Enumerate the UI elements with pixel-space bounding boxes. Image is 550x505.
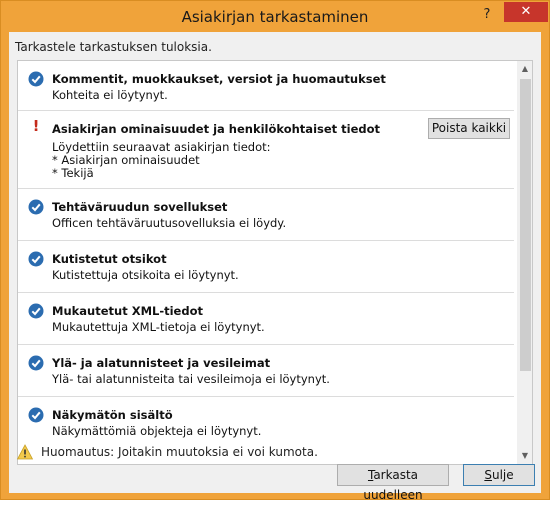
checkmark-icon [28, 251, 44, 267]
result-item-description: Löydettiin seuraavat asiakirjan tiedot: … [52, 140, 271, 180]
results-items: Kommentit, muokkaukset, versiot ja huoma… [18, 61, 514, 449]
results-list[interactable]: Kommentit, muokkaukset, versiot ja huoma… [17, 60, 533, 465]
result-item-description: Mukautettuja XML-tietoja ei löytynyt. [52, 320, 265, 334]
checkmark-icon [28, 71, 44, 87]
close-label: ulje [491, 468, 514, 482]
checkmark-icon [28, 303, 44, 319]
scroll-down-arrow-icon[interactable]: ▼ [517, 448, 532, 464]
result-item-headers-footers: Ylä- ja alatunnisteet ja vesileimat Ylä-… [18, 345, 514, 397]
close-access-key: S [484, 468, 492, 482]
vertical-scrollbar[interactable]: ▲ ▼ [517, 61, 532, 464]
result-item-title: Näkymätön sisältö [52, 408, 173, 422]
result-item-title: Ylä- ja alatunnisteet ja vesileimat [52, 356, 271, 370]
result-item-task-pane-apps: Tehtäväruudun sovellukset Officen tehtäv… [18, 189, 514, 241]
result-item-description: Kohteita ei löytynyt. [52, 88, 168, 102]
close-window-button[interactable]: ✕ [504, 2, 548, 22]
result-item-title: Mukautetut XML-tiedot [52, 304, 203, 318]
help-button[interactable]: ? [475, 5, 499, 25]
result-item-collapsed-headings: Kutistetut otsikot Kutistettuja otsikoit… [18, 241, 514, 293]
scroll-up-arrow-icon[interactable]: ▲ [517, 61, 532, 77]
document-inspector-window: Asiakirjan tarkastaminen ? ✕ Tarkastele … [0, 0, 550, 502]
result-item-comments: Kommentit, muokkaukset, versiot ja huoma… [18, 61, 514, 111]
result-item-invisible-content: Näkymätön sisältö Näkymättömiä objekteja… [18, 397, 514, 449]
dialog-body: Tarkastele tarkastuksen tuloksia. Kommen… [9, 32, 541, 502]
result-item-title: Tehtäväruudun sovellukset [52, 200, 228, 214]
result-item-custom-xml: Mukautetut XML-tiedot Mukautettuja XML-t… [18, 293, 514, 345]
result-item-description: Ylä- tai alatunnisteita tai vesileimoja … [52, 372, 330, 386]
title-bar[interactable]: Asiakirjan tarkastaminen ? ✕ [1, 1, 549, 32]
window-title: Asiakirjan tarkastaminen [181, 8, 369, 26]
warning-triangle-icon [17, 444, 33, 460]
checkmark-icon [28, 355, 44, 371]
result-item-document-properties: ! Asiakirjan ominaisuudet ja henkilökoht… [18, 111, 514, 189]
instruction-text: Tarkastele tarkastuksen tuloksia. [15, 40, 212, 54]
reinspect-button[interactable]: Tarkasta uudelleen [337, 464, 449, 502]
remove-all-button[interactable]: Poista kaikki [428, 118, 510, 139]
scroll-thumb[interactable] [520, 79, 531, 371]
result-item-description: Näkymättömiä objekteja ei löytynyt. [52, 424, 262, 438]
result-item-description: Officen tehtäväruutusovelluksia ei löydy… [52, 216, 287, 230]
note-text: Huomautus: Joitakin muutoksia ei voi kum… [41, 445, 318, 459]
result-item-title: Kutistetut otsikot [52, 252, 167, 266]
result-item-description: Kutistettuja otsikoita ei löytynyt. [52, 268, 239, 282]
checkmark-icon [28, 199, 44, 215]
close-button[interactable]: Sulje [463, 464, 535, 486]
checkmark-icon [28, 407, 44, 423]
reinspect-label: arkasta uudelleen [363, 468, 423, 502]
result-item-title: Asiakirjan ominaisuudet ja henkilökohtai… [52, 122, 381, 136]
result-item-title: Kommentit, muokkaukset, versiot ja huoma… [52, 72, 386, 86]
warning-icon: ! [32, 117, 40, 135]
